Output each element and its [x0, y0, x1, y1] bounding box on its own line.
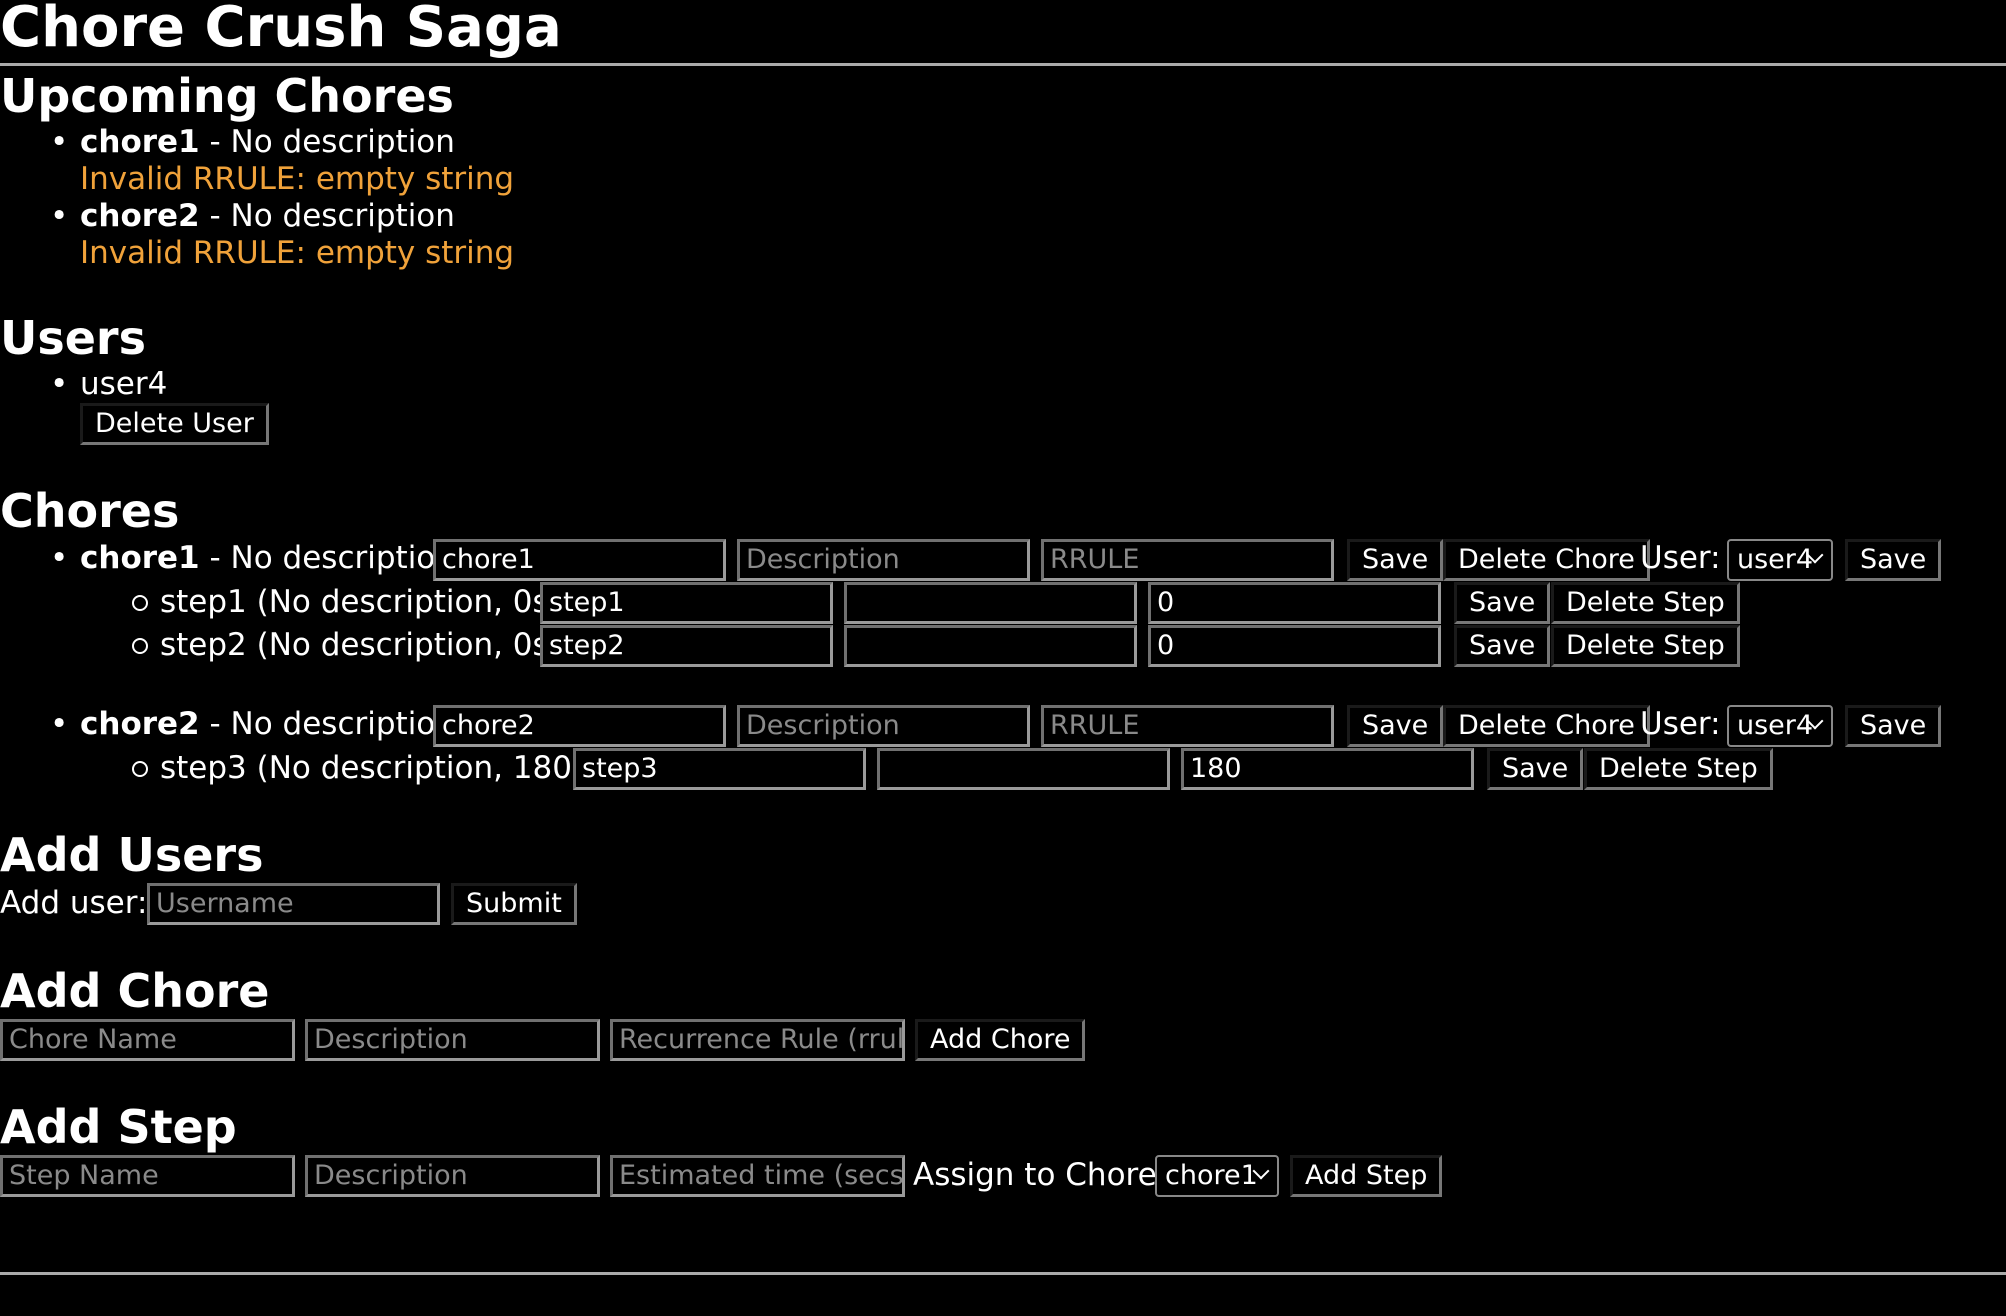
chore-label: chore2 - No description	[80, 709, 455, 740]
assign-to-chore-label: Assign to Chore:	[913, 1157, 1168, 1193]
chore-select[interactable]: chore1	[1155, 1155, 1279, 1197]
delete-chore-button[interactable]: Delete Chore	[1443, 539, 1650, 581]
add-user-label: Add user:	[0, 885, 148, 921]
bullet-icon: •	[50, 706, 69, 742]
circle-bullet-icon	[132, 595, 148, 611]
step-description-input[interactable]	[877, 748, 1170, 790]
separator: -	[199, 124, 231, 160]
circle-bullet-icon	[132, 761, 148, 777]
rrule-error: Invalid RRULE: empty string	[80, 235, 515, 271]
chore-desc: No description	[230, 540, 455, 576]
chore-select-value: chore1	[1165, 1160, 1258, 1191]
delete-step-button[interactable]: Delete Step	[1584, 748, 1773, 790]
add-chore-heading: Add Chore	[0, 964, 270, 1018]
user-select[interactable]: user4	[1727, 539, 1833, 581]
chore-rrule-input[interactable]: RRULE	[1041, 705, 1334, 747]
delete-step-button[interactable]: Delete Step	[1551, 625, 1740, 667]
separator: -	[199, 540, 231, 576]
upcoming-item-desc: No description	[230, 124, 455, 160]
chore-rrule-input[interactable]: Recurrence Rule (rrule)	[610, 1019, 905, 1061]
chore-name: chore2	[80, 706, 200, 742]
upcoming-item-desc: No description	[230, 198, 455, 234]
chore-name-input[interactable]: chore1	[433, 539, 726, 581]
chore-desc: No description	[230, 706, 455, 742]
bullet-icon: •	[50, 124, 69, 160]
chore-name: chore1	[80, 540, 200, 576]
add-step-button[interactable]: Add Step	[1290, 1155, 1443, 1197]
page: Chore Crush Saga Upcoming Chores • chore…	[0, 0, 2006, 1316]
step-name-input[interactable]: step3	[573, 748, 866, 790]
upcoming-item: chore1 - No description	[80, 127, 455, 158]
upcoming-item-name: chore1	[80, 124, 200, 160]
chore-name-input[interactable]: Chore Name	[0, 1019, 295, 1061]
separator: -	[199, 198, 231, 234]
submit-user-button[interactable]: Submit	[451, 883, 577, 925]
separator: -	[199, 706, 231, 742]
delete-user-button[interactable]: Delete User	[80, 403, 269, 445]
add-chore-button[interactable]: Add Chore	[915, 1019, 1086, 1061]
bullet-icon: •	[50, 366, 69, 402]
chore-description-input[interactable]: Description	[737, 539, 1030, 581]
save-user-button[interactable]: Save	[1845, 539, 1942, 581]
step-time-input[interactable]: 0	[1148, 625, 1441, 667]
save-step-button[interactable]: Save	[1454, 625, 1551, 667]
chore-name-input[interactable]: chore2	[433, 705, 726, 747]
step-name-input[interactable]: Step Name	[0, 1155, 295, 1197]
chore-description-input[interactable]: Description	[305, 1019, 600, 1061]
step-description-input[interactable]	[844, 582, 1137, 624]
step-time-input[interactable]: 0	[1148, 582, 1441, 624]
user-select-value: user4	[1737, 710, 1814, 741]
rrule-error: Invalid RRULE: empty string	[80, 161, 515, 197]
user-select-value: user4	[1737, 544, 1814, 575]
step-name-input[interactable]: step2	[540, 625, 833, 667]
bullet-icon: •	[50, 540, 69, 576]
circle-bullet-icon	[132, 638, 148, 654]
username-input[interactable]: Username	[147, 883, 440, 925]
step-time-input[interactable]: 180	[1181, 748, 1474, 790]
step-label: step2 (No description, 0s)	[160, 627, 561, 663]
save-user-button[interactable]: Save	[1845, 705, 1942, 747]
delete-step-button[interactable]: Delete Step	[1551, 582, 1740, 624]
chore-description-input[interactable]: Description	[737, 705, 1030, 747]
step-name-input[interactable]: step1	[540, 582, 833, 624]
user-label: User:	[1640, 540, 1721, 576]
step-label: step3 (No description, 180s)	[160, 750, 601, 786]
upcoming-heading: Upcoming Chores	[0, 69, 454, 123]
save-chore-button[interactable]: Save	[1347, 539, 1444, 581]
step-time-input[interactable]: Estimated time (secs	[610, 1155, 905, 1197]
chore-label: chore1 - No description	[80, 543, 455, 574]
user-select[interactable]: user4	[1727, 705, 1833, 747]
step-description-input[interactable]	[844, 625, 1137, 667]
save-step-button[interactable]: Save	[1487, 748, 1584, 790]
save-chore-button[interactable]: Save	[1347, 705, 1444, 747]
add-users-heading: Add Users	[0, 828, 264, 882]
users-heading: Users	[0, 311, 146, 365]
user-label: User:	[1640, 706, 1721, 742]
add-step-heading: Add Step	[0, 1100, 237, 1154]
user-name: user4	[80, 366, 168, 402]
chore-rrule-input[interactable]: RRULE	[1041, 539, 1334, 581]
save-step-button[interactable]: Save	[1454, 582, 1551, 624]
delete-chore-button[interactable]: Delete Chore	[1443, 705, 1650, 747]
title-divider	[0, 63, 2006, 66]
page-title: Chore Crush Saga	[0, 0, 562, 60]
footer-divider	[0, 1272, 2006, 1275]
step-description-input[interactable]: Description	[305, 1155, 600, 1197]
upcoming-item: chore2 - No description	[80, 201, 455, 232]
upcoming-item-name: chore2	[80, 198, 200, 234]
bullet-icon: •	[50, 198, 69, 234]
step-label: step1 (No description, 0s)	[160, 584, 561, 620]
chores-heading: Chores	[0, 484, 180, 538]
